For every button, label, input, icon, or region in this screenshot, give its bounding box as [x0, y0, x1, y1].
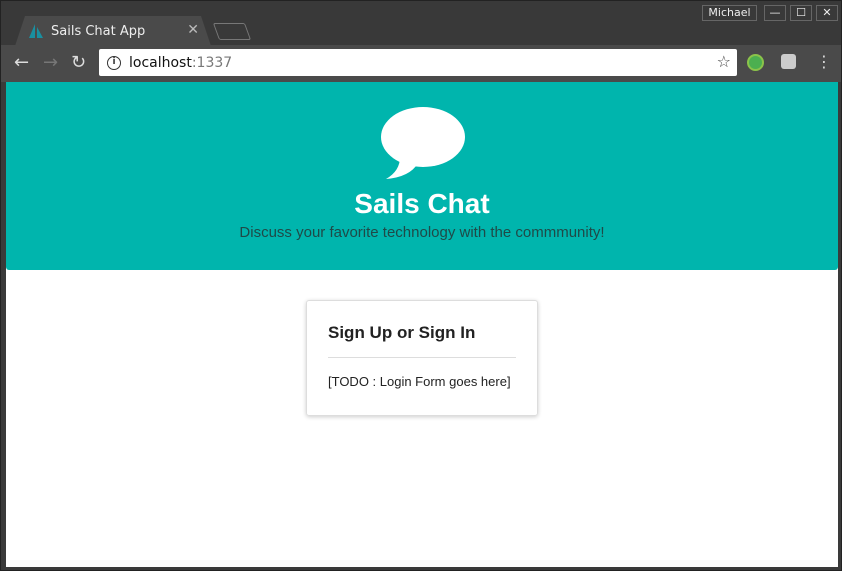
minimize-button[interactable]: —: [764, 5, 786, 21]
card-title: Sign Up or Sign In: [328, 323, 516, 358]
toolbar: ← → ↻ i localhost:1337 ☆ ⋮: [1, 45, 841, 82]
url-port: :1337: [191, 54, 233, 71]
reload-icon[interactable]: ↻: [71, 52, 86, 73]
sails-logo-icon: [29, 24, 43, 38]
close-window-button[interactable]: ✕: [816, 5, 838, 21]
maximize-button[interactable]: ☐: [790, 5, 812, 21]
page-content: Sails Chat Discuss your favorite technol…: [6, 82, 838, 567]
close-tab-icon[interactable]: ✕: [187, 22, 199, 38]
extension-share-icon[interactable]: [781, 54, 796, 69]
address-bar[interactable]: i localhost:1337 ☆: [99, 49, 737, 76]
browser-window: Sails Chat App ✕ Michael — ☐ ✕ ← → ↻ i l…: [0, 0, 842, 571]
url-host: localhost: [129, 54, 192, 71]
title-bar: Sails Chat App ✕ Michael — ☐ ✕: [1, 1, 841, 46]
forward-icon[interactable]: →: [43, 52, 58, 73]
extension-thumbs-up-icon[interactable]: [747, 54, 764, 71]
page-title: Sails Chat: [354, 188, 490, 219]
chat-bubble-icon: [381, 107, 465, 179]
profile-button[interactable]: Michael: [702, 5, 757, 21]
bookmark-star-icon[interactable]: ☆: [717, 52, 731, 71]
page-subtitle: Discuss your favorite technology with th…: [239, 224, 605, 241]
new-tab-button[interactable]: [212, 23, 252, 40]
info-icon[interactable]: i: [107, 55, 121, 70]
menu-icon[interactable]: ⋮: [816, 52, 832, 71]
card-body: [TODO : Login Form goes here]: [328, 374, 511, 389]
login-card: Sign Up or Sign In [TODO : Login Form go…: [306, 300, 538, 416]
tab-title: Sails Chat App: [51, 23, 146, 39]
back-icon[interactable]: ←: [14, 52, 29, 73]
tab-sails-chat[interactable]: Sails Chat App ✕: [15, 16, 211, 46]
hero-banner: Sails Chat Discuss your favorite technol…: [6, 82, 838, 270]
